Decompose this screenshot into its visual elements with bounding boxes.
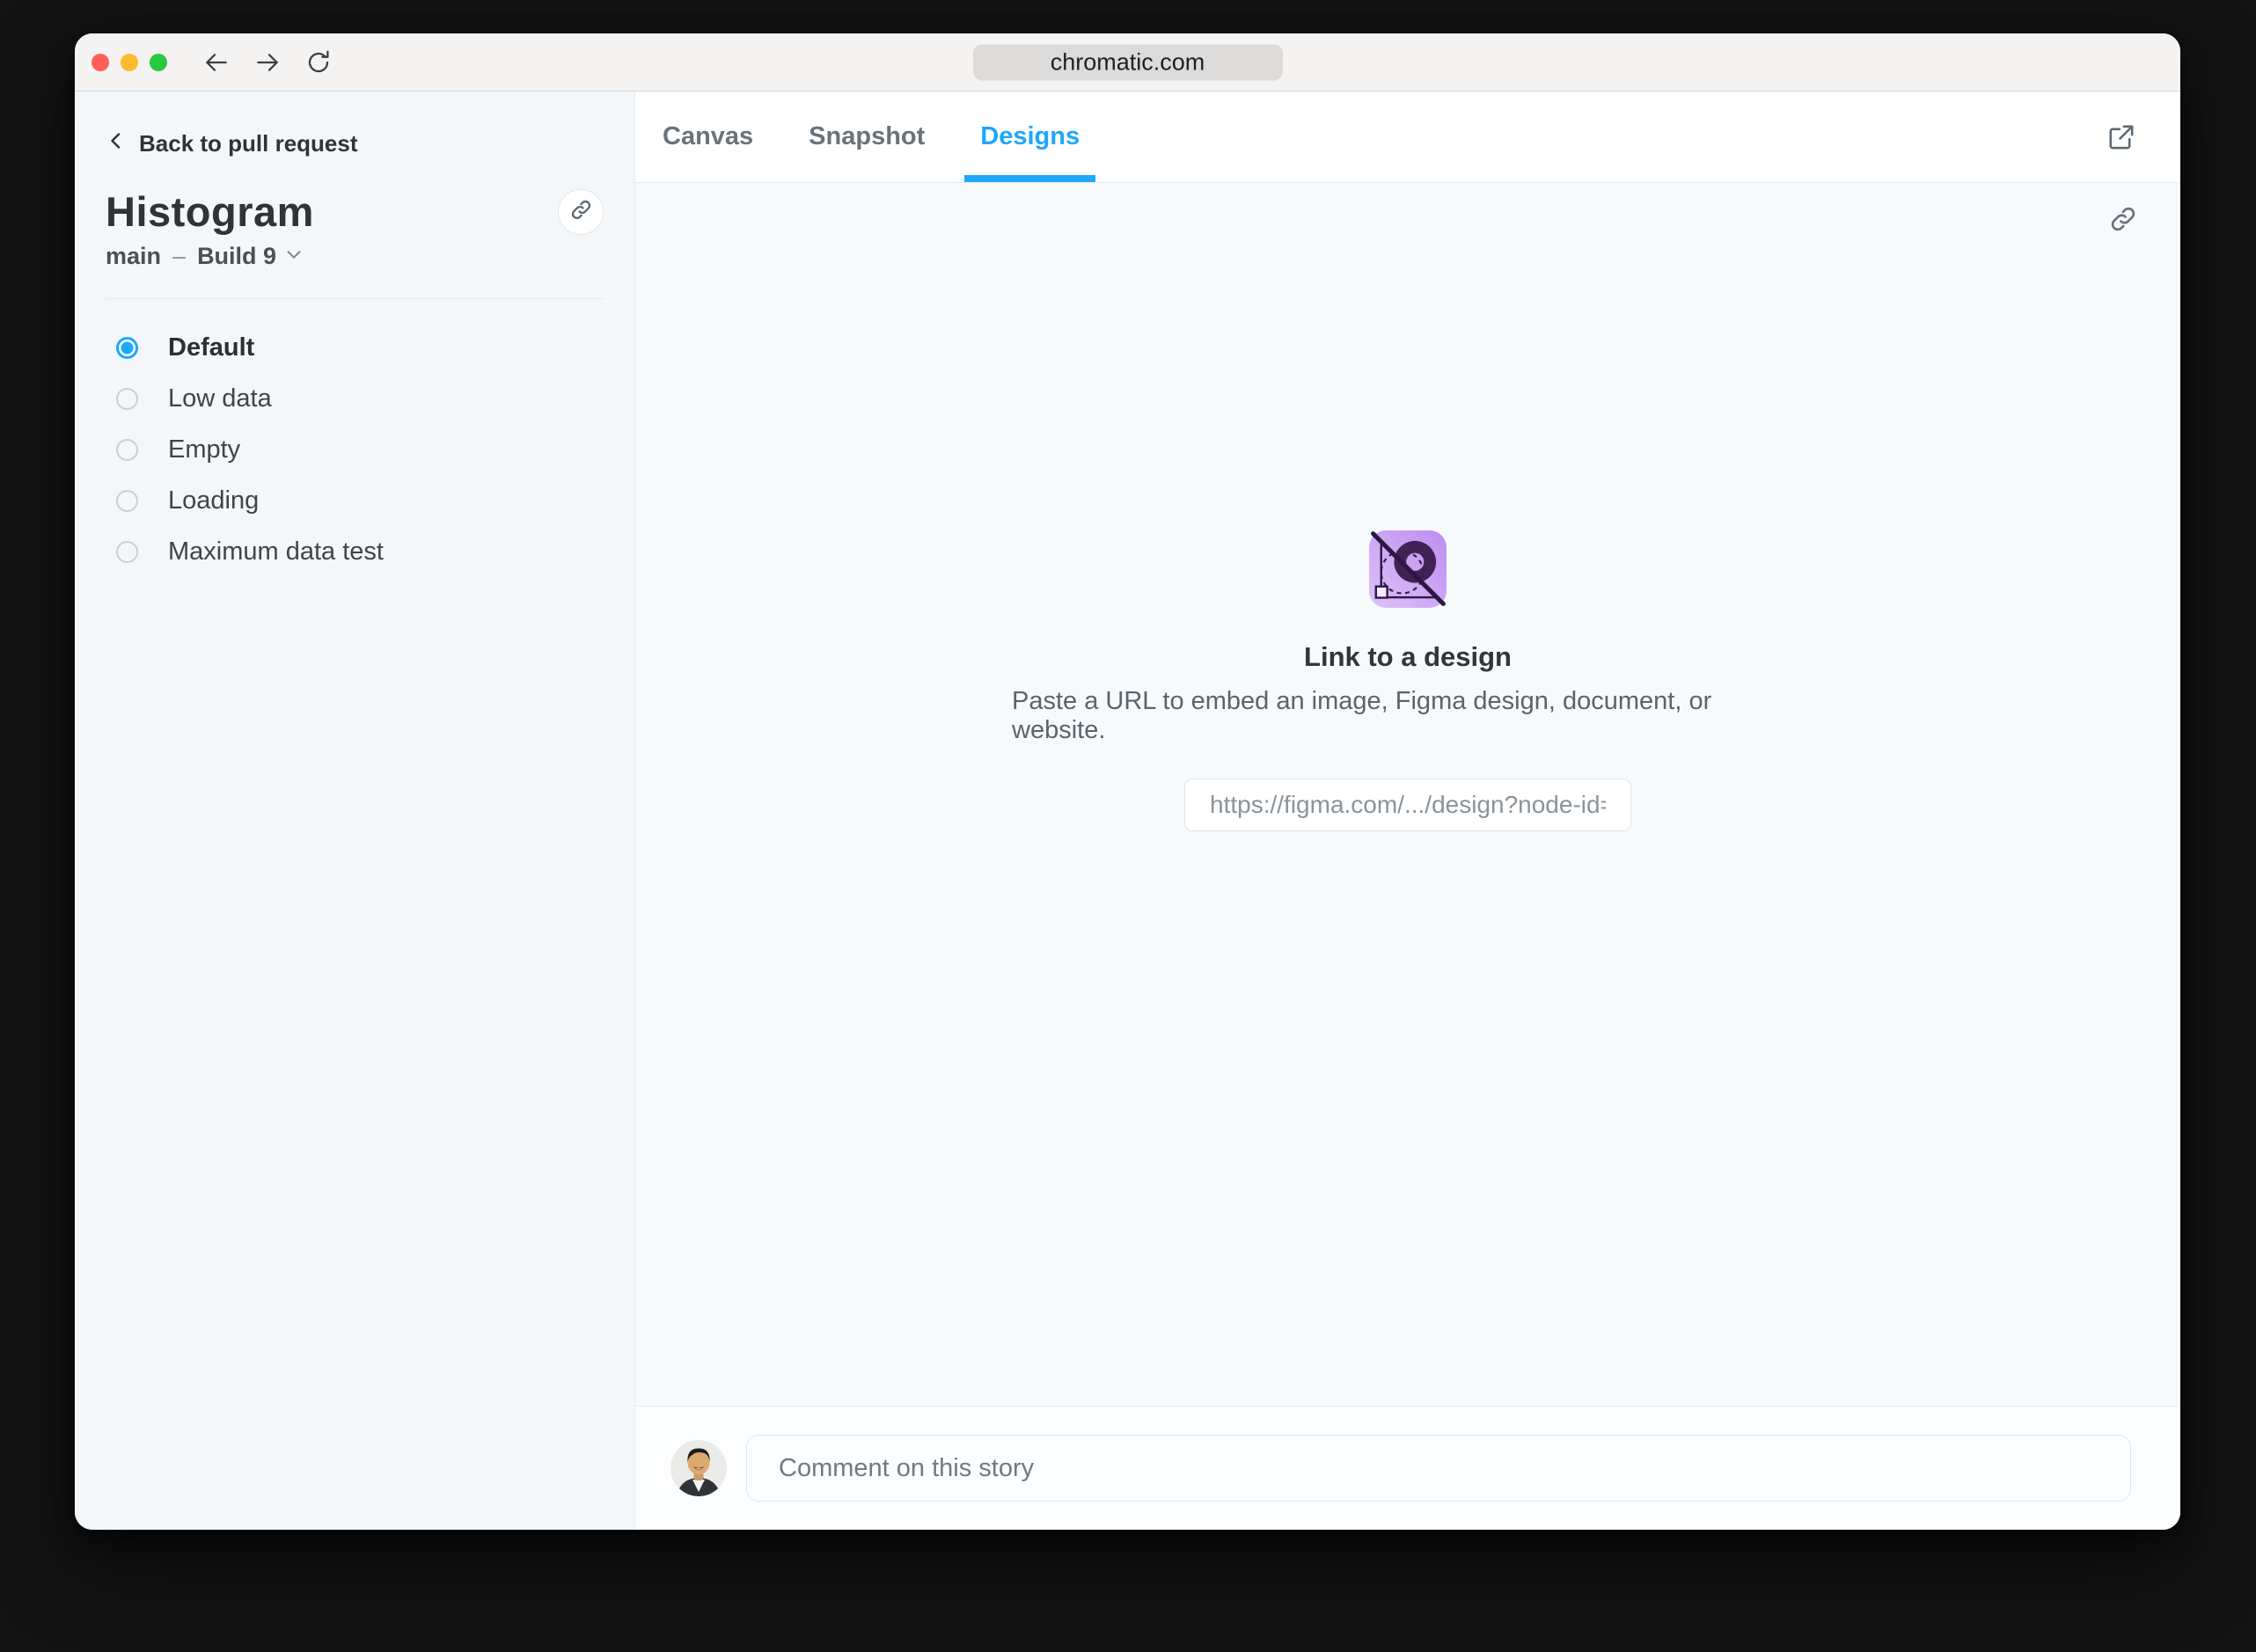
browser-refresh-button[interactable]: [304, 48, 333, 77]
story-item-default[interactable]: Default: [106, 322, 604, 373]
traffic-lights: [92, 53, 167, 71]
permalink-button[interactable]: [2108, 204, 2138, 234]
tab-designs[interactable]: Designs: [964, 91, 1095, 182]
radio-icon: [116, 540, 138, 563]
link-design-description: Paste a URL to embed an image, Figma des…: [1012, 687, 1712, 744]
close-window-button[interactable]: [92, 53, 109, 71]
figma-design-icon: [1369, 530, 1447, 608]
url-bar[interactable]: chromatic.com: [972, 44, 1283, 80]
radio-icon: [116, 387, 138, 410]
design-url-input[interactable]: [1184, 778, 1631, 831]
browser-back-button[interactable]: [202, 48, 231, 77]
external-link-icon: [2106, 122, 2136, 152]
story-item-loading[interactable]: Loading: [106, 475, 604, 526]
story-item-empty[interactable]: Empty: [106, 424, 604, 475]
tab-canvas[interactable]: Canvas: [647, 91, 769, 182]
tabs-header: Canvas Snapshot Designs: [635, 91, 2180, 183]
zoom-window-button[interactable]: [150, 53, 167, 71]
sidebar-divider: [106, 298, 604, 299]
designs-panel: Link to a design Paste a URL to embed an…: [635, 183, 2180, 1406]
link-icon: [2108, 204, 2138, 234]
story-label: Default: [168, 333, 255, 362]
back-to-pull-request-link[interactable]: Back to pull request: [106, 130, 358, 157]
comment-input[interactable]: [746, 1435, 2131, 1502]
browser-window: chromatic.com Back to pull request Histo…: [75, 33, 2180, 1530]
browser-forward-button[interactable]: [253, 48, 282, 77]
back-link-label: Back to pull request: [139, 130, 358, 157]
link-design-empty-state: Link to a design Paste a URL to embed an…: [1012, 530, 1804, 831]
build-selector[interactable]: Build 9: [197, 243, 304, 270]
branch-build-separator: –: [172, 243, 187, 269]
story-item-maximum-data-test[interactable]: Maximum data test: [106, 526, 604, 577]
chevron-left-icon: [106, 130, 127, 157]
comment-bar: [635, 1406, 2180, 1530]
story-label: Empty: [168, 435, 241, 464]
copy-story-link-button[interactable]: [558, 189, 604, 235]
story-label: Loading: [168, 486, 260, 515]
radio-icon: [116, 438, 138, 461]
user-avatar: [670, 1440, 727, 1496]
story-label: Maximum data test: [168, 537, 384, 566]
browser-toolbar: chromatic.com: [75, 33, 2180, 91]
link-icon: [569, 198, 593, 226]
story-list: Default Low data Empty Loading Maximum d…: [106, 322, 604, 577]
main-panel: Canvas Snapshot Designs Link to a design…: [635, 91, 2180, 1530]
radio-icon: [116, 489, 138, 512]
story-item-low-data[interactable]: Low data: [106, 373, 604, 424]
story-label: Low data: [168, 384, 272, 413]
minimize-window-button[interactable]: [121, 53, 138, 71]
page-title: Histogram: [106, 188, 314, 235]
open-in-new-window-button[interactable]: [2106, 122, 2136, 152]
tab-snapshot[interactable]: Snapshot: [793, 91, 941, 182]
story-sidebar: Back to pull request Histogram main – Bu…: [75, 91, 635, 1530]
link-design-heading: Link to a design: [1304, 641, 1512, 672]
chevron-down-icon: [284, 243, 304, 270]
build-label: Build 9: [197, 243, 277, 269]
branch-label: main: [106, 243, 162, 269]
radio-selected-icon: [116, 336, 138, 359]
